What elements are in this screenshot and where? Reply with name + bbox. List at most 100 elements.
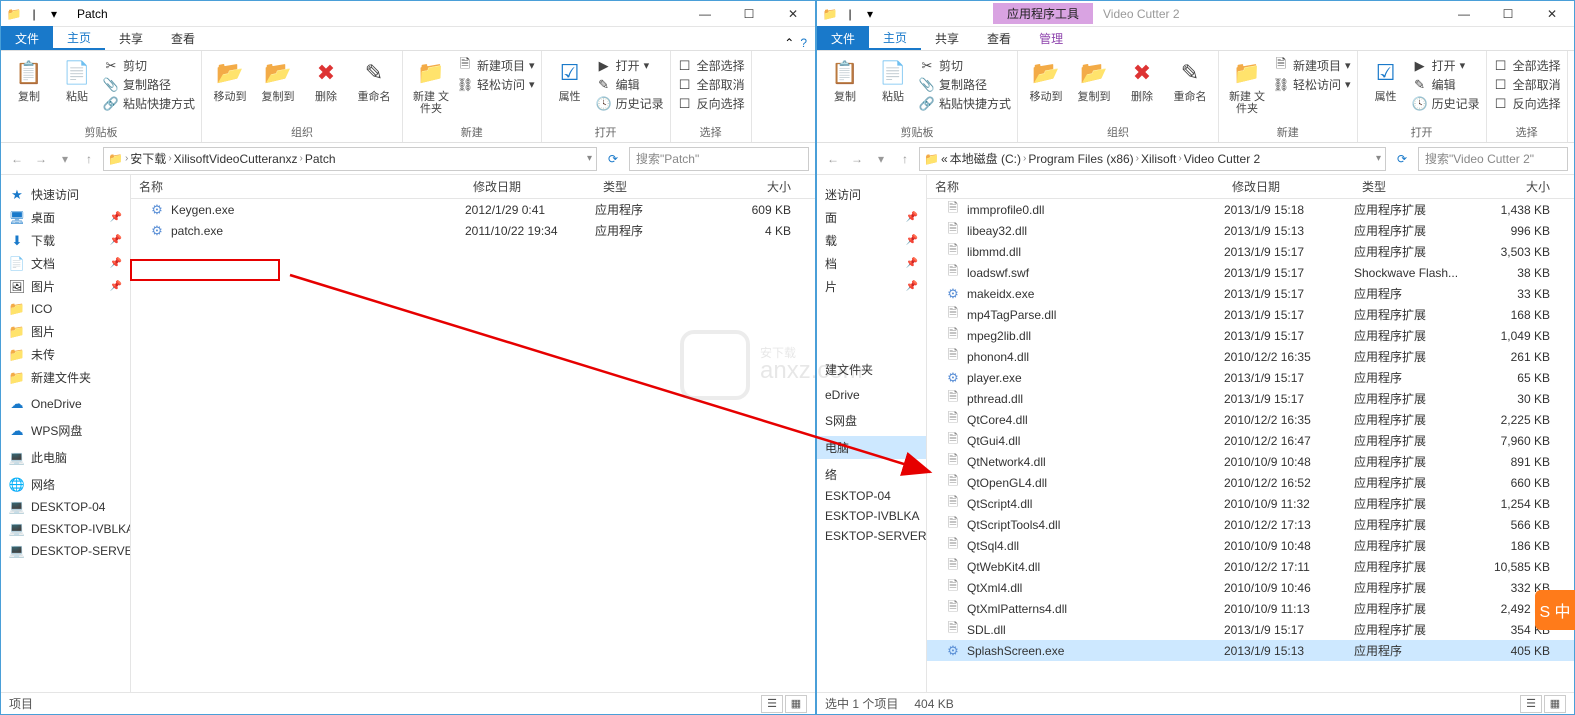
invert-selection-button[interactable]: ☐反向选择 <box>1493 95 1561 112</box>
nav-wps[interactable]: S网盘 <box>817 409 926 432</box>
col-type[interactable]: 类型 <box>595 178 715 195</box>
nav-ico[interactable]: 📁ICO <box>1 298 130 320</box>
up-button[interactable]: ↑ <box>895 152 915 166</box>
nav-server[interactable]: 💻DESKTOP-SERVER <box>1 540 130 562</box>
select-all-button[interactable]: ☐全部选择 <box>677 57 745 74</box>
delete-button[interactable]: ✖删除 <box>1120 53 1164 107</box>
table-row[interactable]: 🗎SDL.dll2013/1/9 15:17应用程序扩展354 KB <box>927 619 1574 640</box>
invert-selection-button[interactable]: ☐反向选择 <box>677 95 745 112</box>
table-row[interactable]: ⚙player.exe2013/1/9 15:17应用程序65 KB <box>927 367 1574 388</box>
nav-documents[interactable]: 档📌 <box>817 252 926 275</box>
table-row[interactable]: 🗎mp4TagParse.dll2013/1/9 15:17应用程序扩展168 … <box>927 304 1574 325</box>
nav-wps[interactable]: ☁WPS网盘 <box>1 419 130 442</box>
back-button[interactable]: ← <box>823 152 843 166</box>
nav-this-pc[interactable]: 💻此电脑 <box>1 446 130 469</box>
breadcrumb-item[interactable]: XilisoftVideoCutteranxz <box>174 152 298 166</box>
move-to-button[interactable]: 📂移动到 <box>1024 53 1068 107</box>
rename-button[interactable]: ✎重命名 <box>352 53 396 107</box>
table-row[interactable]: ⚙Keygen.exe2012/1/29 0:41应用程序609 KB <box>131 199 815 220</box>
copy-to-button[interactable]: 📂复制到 <box>256 53 300 107</box>
back-button[interactable]: ← <box>7 152 27 166</box>
table-row[interactable]: 🗎QtWebKit4.dll2010/12/2 17:11应用程序扩展10,58… <box>927 556 1574 577</box>
easy-access-button[interactable]: ⛓轻松访问 ▾ <box>1273 76 1351 93</box>
copy-button[interactable]: 📋复制 <box>7 53 51 107</box>
maximize-button[interactable]: ☐ <box>727 1 771 27</box>
new-folder-button[interactable]: 📁新建 文件夹 <box>409 53 453 119</box>
breadcrumb-item[interactable]: Patch <box>305 152 336 166</box>
close-button[interactable]: ✕ <box>1530 1 1574 27</box>
column-headers[interactable]: 名称 修改日期 类型 大小 <box>131 175 815 199</box>
new-item-button[interactable]: 🗎新建项目 ▾ <box>1273 57 1351 74</box>
table-row[interactable]: ⚙SplashScreen.exe2013/1/9 15:13应用程序405 K… <box>927 640 1574 661</box>
open-button[interactable]: ▶打开 ▾ <box>1412 57 1480 74</box>
table-row[interactable]: 🗎QtXmlPatterns4.dll2010/10/9 11:13应用程序扩展… <box>927 598 1574 619</box>
nav-new-folder[interactable]: 📁新建文件夹 <box>1 366 130 389</box>
table-row[interactable]: 🗎phonon4.dll2010/12/2 16:35应用程序扩展261 KB <box>927 346 1574 367</box>
table-row[interactable]: 🗎QtXml4.dll2010/10/9 10:46应用程序扩展332 KB <box>927 577 1574 598</box>
nav-desktop04[interactable]: 💻DESKTOP-04 <box>1 496 130 518</box>
breadcrumb[interactable]: 📁› 安下载› XilisoftVideoCutteranxz› Patch ▾ <box>103 147 597 171</box>
nav-onedrive[interactable]: eDrive <box>817 385 926 405</box>
nav-desktop[interactable]: 面📌 <box>817 206 926 229</box>
table-row[interactable]: 🗎QtNetwork4.dll2010/10/9 10:48应用程序扩展891 … <box>927 451 1574 472</box>
nav-network[interactable]: 🌐网络 <box>1 473 130 496</box>
context-tab-label[interactable]: 应用程序工具 <box>993 3 1093 24</box>
ime-floater-icon[interactable]: S 中 <box>1535 590 1575 630</box>
easy-access-button[interactable]: ⛓轻松访问 ▾ <box>457 76 535 93</box>
minimize-button[interactable]: — <box>1442 1 1486 27</box>
nav-desktop04[interactable]: ESKTOP-04 <box>817 486 926 506</box>
nav-downloads[interactable]: ⬇下载📌 <box>1 229 130 252</box>
table-row[interactable]: ⚙patch.exe2011/10/22 19:34应用程序4 KB <box>131 220 815 241</box>
nav-ivblka[interactable]: ESKTOP-IVBLKA <box>817 506 926 526</box>
table-row[interactable]: 🗎QtSql4.dll2010/10/9 10:48应用程序扩展186 KB <box>927 535 1574 556</box>
view-details-icon[interactable]: ☰ <box>1520 695 1542 713</box>
nav-this-pc[interactable]: 电脑 <box>817 436 926 459</box>
nav-pictures[interactable]: 🖼图片📌 <box>1 275 130 298</box>
cut-button[interactable]: ✂剪切 <box>919 57 1011 74</box>
qat-dropdown-icon[interactable]: ▾ <box>45 5 63 23</box>
tab-file[interactable]: 文件 <box>817 26 869 50</box>
properties-button[interactable]: ☑属性 <box>1364 53 1408 107</box>
tab-manage[interactable]: 管理 <box>1025 26 1077 50</box>
paste-shortcut-button[interactable]: 🔗粘贴快捷方式 <box>103 95 195 112</box>
recent-dropdown[interactable]: ▾ <box>55 152 75 166</box>
edit-button[interactable]: ✎编辑 <box>1412 76 1480 93</box>
nav-quick-access[interactable]: 迷访问 <box>817 183 926 206</box>
breadcrumb-item[interactable]: Video Cutter 2 <box>1184 152 1261 166</box>
history-button[interactable]: 🕓历史记录 <box>596 95 664 112</box>
col-date[interactable]: 修改日期 <box>465 178 595 195</box>
delete-button[interactable]: ✖删除 <box>304 53 348 107</box>
rename-button[interactable]: ✎重命名 <box>1168 53 1212 107</box>
cut-button[interactable]: ✂剪切 <box>103 57 195 74</box>
breadcrumb-item[interactable]: Program Files (x86) <box>1028 152 1133 166</box>
nav-onedrive[interactable]: ☁OneDrive <box>1 393 130 415</box>
recent-dropdown[interactable]: ▾ <box>871 152 891 166</box>
nav-documents[interactable]: 📄文档📌 <box>1 252 130 275</box>
refresh-button[interactable]: ⟳ <box>1390 152 1414 166</box>
select-none-button[interactable]: ☐全部取消 <box>677 76 745 93</box>
nav-desktop[interactable]: 🖥桌面📌 <box>1 206 130 229</box>
history-button[interactable]: 🕓历史记录 <box>1412 95 1480 112</box>
search-input[interactable]: 搜索"Video Cutter 2" <box>1418 147 1568 171</box>
table-row[interactable]: 🗎QtOpenGL4.dll2010/12/2 16:52应用程序扩展660 K… <box>927 472 1574 493</box>
view-icons-icon[interactable]: ▦ <box>1544 695 1566 713</box>
copy-button[interactable]: 📋复制 <box>823 53 867 107</box>
breadcrumb-overflow[interactable]: « <box>941 152 948 166</box>
nav-downloads[interactable]: 载📌 <box>817 229 926 252</box>
new-folder-button[interactable]: 📁新建 文件夹 <box>1225 53 1269 119</box>
tab-home[interactable]: 主页 <box>53 26 105 50</box>
nav-untransferred[interactable]: 📁未传 <box>1 343 130 366</box>
qat-dropdown-icon[interactable]: ▾ <box>861 5 879 23</box>
minimize-button[interactable]: — <box>683 1 727 27</box>
breadcrumb-item[interactable]: 本地磁盘 (C:) <box>950 150 1021 167</box>
table-row[interactable]: 🗎pthread.dll2013/1/9 15:17应用程序扩展30 KB <box>927 388 1574 409</box>
column-headers[interactable]: 名称 修改日期 类型 大小 <box>927 175 1574 199</box>
nav-ivblka[interactable]: 💻DESKTOP-IVBLKA <box>1 518 130 540</box>
col-type[interactable]: 类型 <box>1354 178 1474 195</box>
col-name[interactable]: 名称 <box>927 178 1224 195</box>
paste-button[interactable]: 📄粘贴 <box>55 53 99 107</box>
breadcrumb-item[interactable]: Xilisoft <box>1141 152 1176 166</box>
table-row[interactable]: 🗎QtScript4.dll2010/10/9 11:32应用程序扩展1,254… <box>927 493 1574 514</box>
paste-button[interactable]: 📄粘贴 <box>871 53 915 107</box>
table-row[interactable]: ⚙makeidx.exe2013/1/9 15:17应用程序33 KB <box>927 283 1574 304</box>
